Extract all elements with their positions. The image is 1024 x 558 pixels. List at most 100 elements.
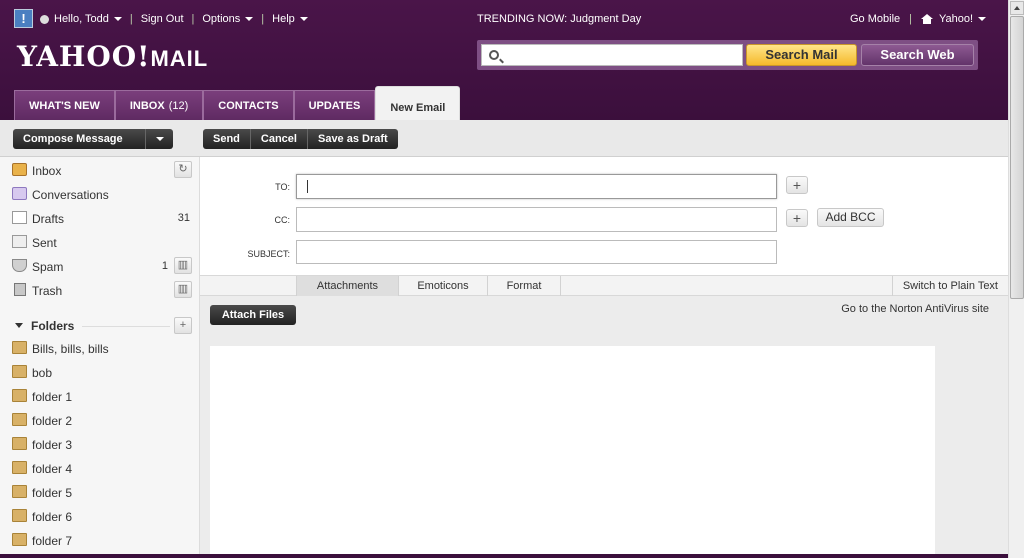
add-to-recipient-button[interactable]: +	[786, 176, 808, 194]
sidebar-item-inbox[interactable]: Inbox ↻	[0, 158, 200, 182]
sidebar-item-trash[interactable]: Trash ▥	[0, 278, 200, 302]
folder-label: folder 3	[32, 438, 73, 452]
folder-label: folder 1	[32, 390, 73, 404]
sidebar-item-label: Spam	[32, 260, 64, 274]
tab-attachments[interactable]: Attachments	[296, 276, 399, 296]
send-button[interactable]: Send	[203, 129, 251, 149]
cc-label: CC:	[274, 215, 291, 225]
greeting-caret-icon[interactable]	[113, 17, 122, 21]
sign-out-link[interactable]: Sign Out	[141, 13, 184, 25]
save-as-draft-button[interactable]: Save as Draft	[308, 129, 398, 149]
sidebar: Inbox ↻ Conversations Drafts 31 Sent Spa…	[0, 157, 200, 558]
yahoo-caret-icon[interactable]	[978, 17, 987, 21]
subject-field[interactable]	[296, 240, 777, 264]
yahoo-home-menu[interactable]: Yahoo!	[939, 13, 973, 25]
tab-new-email[interactable]: New Email	[375, 86, 461, 120]
greeting-menu[interactable]: Hello, Todd	[54, 13, 109, 25]
home-icon[interactable]	[921, 14, 933, 24]
to-field[interactable]	[296, 174, 777, 199]
empty-spam-trash-icon[interactable]: ▥	[174, 257, 192, 274]
attachments-bar: Attach Files Go to the Norton AntiVirus …	[200, 296, 1008, 336]
tab-updates[interactable]: UPDATES	[293, 90, 376, 120]
cc-field[interactable]	[296, 207, 777, 232]
tab-count: (12)	[168, 100, 189, 112]
divider	[82, 326, 170, 327]
sidebar-item-sent[interactable]: Sent	[0, 230, 200, 254]
compose-dropdown-icon[interactable]	[145, 129, 173, 149]
to-label: TO:	[275, 182, 290, 192]
tab-inbox[interactable]: INBOX (12)	[114, 90, 204, 120]
folder-item[interactable]: folder 4	[0, 456, 200, 480]
folder-icon	[12, 413, 27, 426]
tab-emoticons[interactable]: Emoticons	[399, 276, 488, 296]
options-caret-icon[interactable]	[245, 17, 254, 21]
empty-trash-icon[interactable]: ▥	[174, 281, 192, 298]
search-input[interactable]	[481, 44, 743, 66]
help-menu[interactable]: Help	[272, 13, 295, 25]
add-folder-button[interactable]: +	[174, 317, 192, 334]
message-actions: Send Cancel Save as Draft	[203, 129, 398, 149]
folder-icon	[12, 437, 27, 450]
search-mail-button[interactable]: Search Mail	[746, 44, 857, 66]
main-tabs: WHAT'S NEW INBOX (12) CONTACTS UPDATES Ne…	[14, 86, 461, 120]
scroll-up-arrow-icon[interactable]	[1010, 1, 1024, 15]
tab-label: New Email	[390, 102, 446, 114]
add-bcc-button[interactable]: Add BCC	[817, 208, 884, 227]
message-body-editor[interactable]	[210, 346, 935, 558]
folder-icon	[12, 485, 27, 498]
toolbar: Compose Message Send Cancel Save as Draf…	[0, 120, 1008, 157]
top-bar: ! Hello, Todd | Sign Out | Options | Hel…	[0, 0, 1008, 38]
switch-to-plain-text-link[interactable]: Switch to Plain Text	[891, 276, 998, 296]
add-cc-recipient-button[interactable]: +	[786, 209, 808, 227]
folder-item[interactable]: Bills, bills, bills	[0, 336, 200, 360]
folder-item[interactable]: folder 2	[0, 408, 200, 432]
folder-item[interactable]: folder 1	[0, 384, 200, 408]
folder-item[interactable]: folder 7	[0, 528, 200, 552]
shield-icon	[12, 259, 27, 272]
go-mobile-link[interactable]: Go Mobile	[850, 13, 900, 25]
folder-icon	[12, 533, 27, 546]
subject-label: SUBJECT:	[247, 249, 290, 259]
folder-icon	[12, 509, 27, 522]
compose-label: Compose Message	[23, 133, 123, 145]
options-menu[interactable]: Options	[202, 13, 240, 25]
tab-label: INBOX	[129, 100, 165, 112]
folders-header-label: Folders	[31, 319, 75, 333]
tab-format[interactable]: Format	[488, 276, 561, 296]
status-dot-icon	[40, 14, 49, 24]
sent-icon	[12, 235, 27, 248]
yahoo-toolbar-icon[interactable]: !	[14, 9, 33, 28]
yahoo-mail-logo[interactable]: YAHOO!MAIL	[17, 40, 208, 73]
collapse-triangle-icon[interactable]	[15, 323, 23, 328]
sidebar-item-label: Trash	[32, 284, 63, 298]
sidebar-item-drafts[interactable]: Drafts 31	[0, 206, 200, 230]
tab-label: WHAT'S NEW	[29, 100, 100, 112]
tab-label: CONTACTS	[218, 100, 279, 112]
refresh-icon[interactable]: ↻	[174, 161, 192, 178]
norton-antivirus-link[interactable]: Go to the Norton AntiVirus site	[841, 303, 989, 315]
attach-files-button[interactable]: Attach Files	[210, 305, 296, 325]
logo-brand: YAHOO!	[17, 40, 151, 73]
trash-icon	[14, 283, 26, 296]
folder-item[interactable]: folder 5	[0, 480, 200, 504]
tab-whats-new[interactable]: WHAT'S NEW	[14, 90, 115, 120]
search-web-button[interactable]: Search Web	[861, 44, 974, 66]
folder-label: Bills, bills, bills	[32, 342, 109, 356]
tab-contacts[interactable]: CONTACTS	[203, 90, 294, 120]
sidebar-item-conversations[interactable]: Conversations	[0, 182, 200, 206]
cancel-button[interactable]: Cancel	[251, 129, 308, 149]
vertical-scrollbar[interactable]	[1008, 0, 1024, 558]
sidebar-item-label: Drafts	[32, 212, 65, 226]
folders-header[interactable]: Folders +	[0, 314, 200, 338]
compose-message-button[interactable]: Compose Message	[13, 129, 173, 149]
help-caret-icon[interactable]	[299, 17, 308, 21]
account-links: Hello, Todd | Sign Out | Options | Help	[40, 13, 308, 25]
folder-icon	[12, 365, 27, 378]
scrollbar-thumb[interactable]	[1010, 16, 1024, 299]
folder-item[interactable]: folder 3	[0, 432, 200, 456]
trending-link[interactable]: TRENDING NOW: Judgment Day	[477, 13, 641, 25]
header: ! Hello, Todd | Sign Out | Options | Hel…	[0, 0, 1008, 120]
folder-item[interactable]: folder 6	[0, 504, 200, 528]
folder-item[interactable]: bob	[0, 360, 200, 384]
sidebar-item-spam[interactable]: Spam 1 ▥	[0, 254, 200, 278]
